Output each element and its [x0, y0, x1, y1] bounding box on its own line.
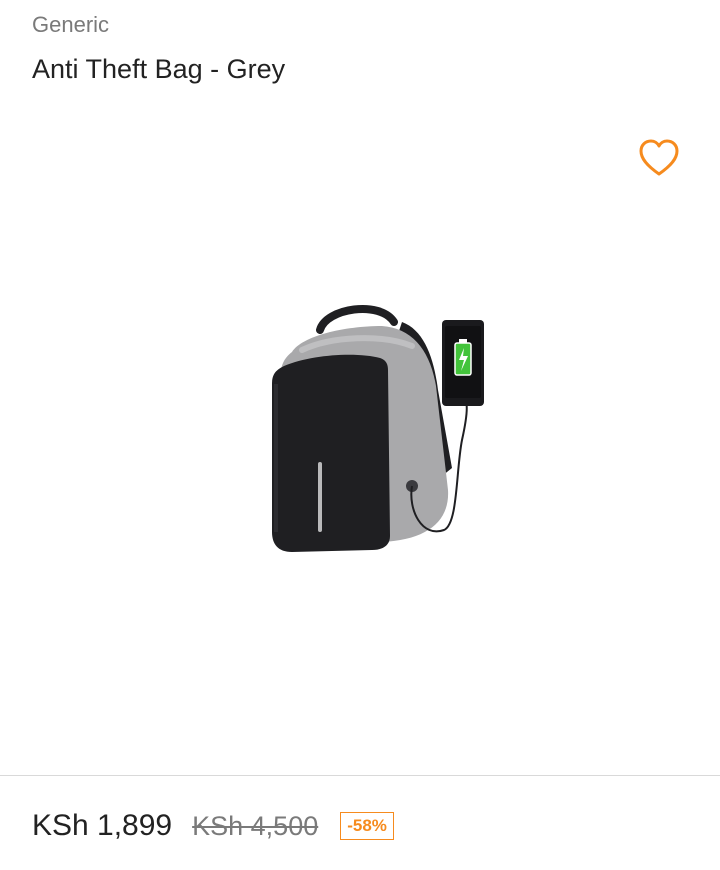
wishlist-button[interactable] [636, 136, 682, 178]
product-page: Generic Anti Theft Bag - Grey KSh 1,899 … [0, 0, 720, 870]
backpack-product-image [272, 305, 484, 552]
brand-label[interactable]: Generic [32, 12, 109, 38]
current-price: KSh 1,899 [32, 809, 173, 842]
section-divider [0, 775, 720, 776]
price-row: KSh 1,899 KSh 4,500 -58% [32, 806, 394, 846]
product-title: Anti Theft Bag - Grey [32, 54, 286, 84]
product-image[interactable] [262, 300, 492, 562]
old-price: KSh 4,500 [192, 810, 319, 841]
discount-badge: -58% [340, 812, 394, 840]
heart-outline-icon [639, 139, 679, 176]
